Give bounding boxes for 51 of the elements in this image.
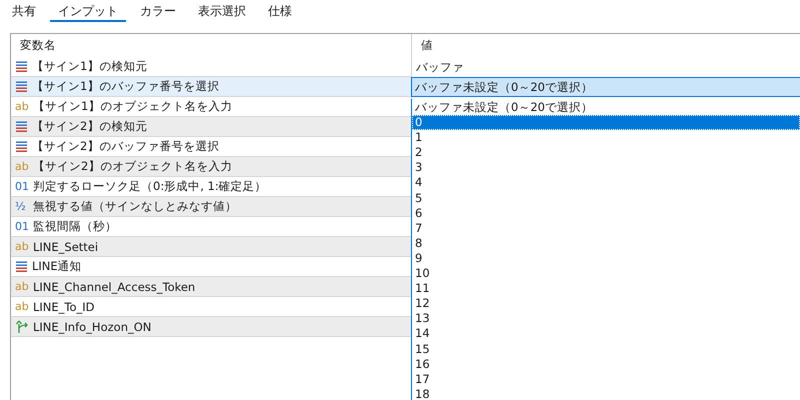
type-icon: ab <box>15 100 29 113</box>
dropdown-option[interactable]: 17 <box>412 372 800 387</box>
parameter-name-cell[interactable]: LINE_Info_Hozon_ON <box>11 317 411 337</box>
parameter-name-cell[interactable]: 01 監視間隔（秒） <box>11 217 411 237</box>
type-icon: ½ <box>15 200 29 213</box>
parameter-name-cell[interactable]: ab 【サイン1】のオブジェクト名を入力 <box>11 97 411 117</box>
dropdown-option[interactable]: 0 <box>412 115 800 130</box>
dropdown-option[interactable]: 7 <box>412 220 800 236</box>
dropdown-option[interactable]: 16 <box>412 356 800 372</box>
dropdown-option[interactable]: 15 <box>412 342 800 357</box>
dropdown-option[interactable]: 9 <box>412 250 800 266</box>
dropdown-option[interactable]: 14 <box>412 326 800 342</box>
dropdown-option[interactable]: 8 <box>412 236 800 251</box>
dropdown-option[interactable]: 3 <box>412 160 800 176</box>
type-icon: ab <box>15 280 29 293</box>
tab[interactable]: 表示選択 <box>190 0 254 22</box>
dropdown-option[interactable]: 12 <box>412 296 800 312</box>
parameter-name-cell[interactable]: ab LINE_Channel_Access_Token <box>11 277 411 297</box>
tab[interactable]: 共有 <box>4 0 44 22</box>
column-header: 値 <box>411 34 800 57</box>
tab[interactable]: 仕様 <box>260 0 300 22</box>
list-icon <box>15 121 28 132</box>
tab[interactable]: カラー <box>132 0 184 22</box>
type-icon: 01 <box>15 180 29 193</box>
dropdown-option[interactable]: 18 <box>412 386 800 400</box>
parameter-name-cell[interactable]: 【サイン2】の検知元 <box>11 117 411 137</box>
list-icon <box>15 141 28 152</box>
parameter-name-cell[interactable]: 01 判定するローソク足（0:形成中, 1:確定足） <box>11 177 411 197</box>
parameter-name-cell[interactable]: ab 【サイン2】のオブジェクト名を入力 <box>11 157 411 177</box>
dropdown-option[interactable]: 4 <box>412 175 800 191</box>
list-icon <box>15 61 28 72</box>
list-icon <box>15 261 28 272</box>
parameter-name-cell[interactable]: ab LINE_Settei <box>11 237 411 257</box>
dropdown-option[interactable]: バッファ未設定（0～20で選択） <box>412 100 800 116</box>
dropdown-option[interactable]: 13 <box>412 311 800 326</box>
type-icon: 01 <box>15 220 29 233</box>
type-icon: ab <box>15 160 29 173</box>
dropdown-option[interactable]: 6 <box>412 206 800 221</box>
tab[interactable]: インプット <box>50 0 126 22</box>
dropdown-option[interactable]: 10 <box>412 266 800 282</box>
branch-arrow-icon <box>15 320 29 333</box>
dropdown-option[interactable]: 2 <box>412 145 800 160</box>
parameter-name-cell[interactable]: ½ 無視する値（サインなしとみなす値） <box>11 197 411 217</box>
dropdown-option[interactable]: 11 <box>412 281 800 296</box>
value-dropdown[interactable]: バッファ未設定（0～20で選択） <box>411 77 800 97</box>
type-icon: ab <box>15 300 29 313</box>
parameter-name-cell[interactable]: 【サイン1】のバッファ番号を選択 <box>11 77 411 97</box>
list-icon <box>15 81 28 92</box>
dropdown-option[interactable]: 1 <box>412 130 800 146</box>
type-icon: ab <box>15 240 29 253</box>
dropdown-option[interactable]: 5 <box>412 190 800 206</box>
